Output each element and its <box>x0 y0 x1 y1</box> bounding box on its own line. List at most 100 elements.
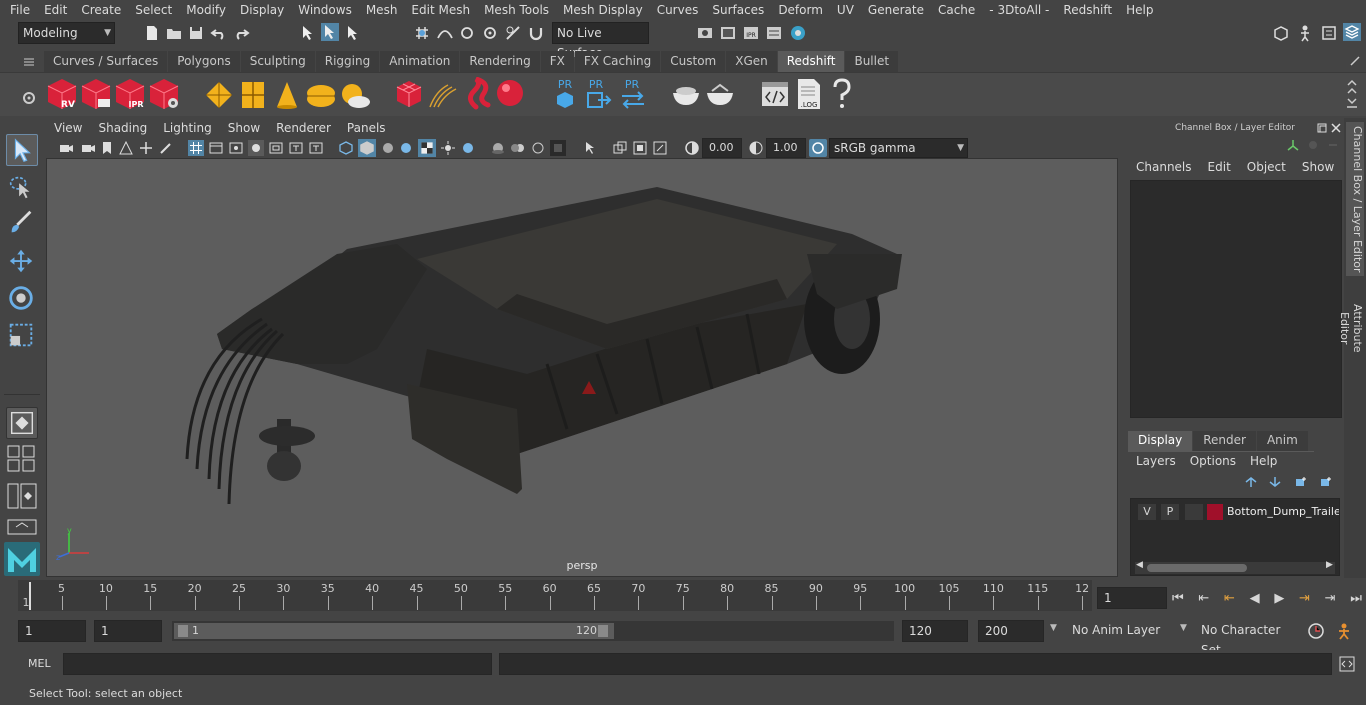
sun-sky-icon[interactable] <box>339 79 371 111</box>
menu-modify[interactable]: Modify <box>179 3 233 17</box>
panel-menu-view[interactable]: View <box>46 120 90 138</box>
pr-import-icon[interactable]: PR <box>552 77 578 111</box>
spot-light-icon[interactable] <box>271 79 303 111</box>
scale-tool[interactable] <box>6 320 38 352</box>
select-camera-icon[interactable] <box>58 140 74 156</box>
time-slider[interactable]: 1 5 10 15 20 25 30 35 40 45 50 55 60 65 70 75 80 85 90 95 10… <box>18 580 1092 611</box>
script-editor-icon[interactable] <box>760 79 790 109</box>
redshift-material-bowl-icon[interactable] <box>670 81 702 109</box>
layer-tab-display[interactable]: Display <box>1128 431 1193 451</box>
layer-row[interactable]: V P Bottom_Dump_Trailer_ <box>1135 502 1339 522</box>
shadows-icon[interactable] <box>460 140 476 156</box>
shelf-tab-custom[interactable]: Custom <box>661 51 726 72</box>
default-material-icon[interactable] <box>380 140 396 156</box>
gamma-icon[interactable] <box>748 140 764 156</box>
textured-icon[interactable] <box>418 139 436 157</box>
menu-generate[interactable]: Generate <box>861 3 931 17</box>
xray-icon[interactable] <box>612 140 628 156</box>
gate-mask-icon[interactable] <box>248 140 264 156</box>
make-live-icon[interactable] <box>504 24 522 42</box>
bottom-dump-trailer-model[interactable] <box>47 159 1118 577</box>
wireframe-icon[interactable] <box>338 140 354 156</box>
select-by-object-icon[interactable] <box>321 23 339 41</box>
manipulator-icon[interactable] <box>1286 138 1300 152</box>
gear-icon[interactable] <box>22 91 36 105</box>
menu-redshift[interactable]: Redshift <box>1056 3 1119 17</box>
new-layer-icon[interactable] <box>1294 476 1308 488</box>
layer-playback-toggle[interactable]: P <box>1161 504 1179 520</box>
menu-create[interactable]: Create <box>74 3 128 17</box>
render-current-frame-icon[interactable] <box>719 24 737 42</box>
redshift-hair-icon[interactable] <box>426 81 460 109</box>
bookmark-icon[interactable] <box>100 140 114 156</box>
shelf-edit-icon[interactable] <box>1349 55 1361 67</box>
step-back-frame-icon[interactable]: ⇤ <box>1198 591 1209 606</box>
help-question-icon[interactable] <box>830 77 854 111</box>
panel-menu-shading[interactable]: Shading <box>90 120 155 138</box>
scrollbar-thumb[interactable] <box>1147 564 1247 572</box>
outliner-layout[interactable] <box>6 482 38 510</box>
layer-name[interactable]: Bottom_Dump_Trailer_ <box>1227 503 1339 521</box>
grease-pencil-icon[interactable] <box>158 140 174 156</box>
play-backwards-icon[interactable]: ◀ <box>1250 591 1260 606</box>
step-forward-frame-icon[interactable]: ⇥ <box>1325 591 1336 606</box>
playback-end-field[interactable]: 120 <box>902 620 968 642</box>
layer-visibility-toggle[interactable]: V <box>1138 504 1156 520</box>
shelf-tab-redshift[interactable]: Redshift <box>777 51 845 72</box>
depth-of-field-icon[interactable] <box>550 140 566 156</box>
render-settings-icon[interactable] <box>696 24 714 42</box>
ambient-occlusion-icon[interactable] <box>490 140 506 156</box>
menu-display[interactable]: Display <box>233 3 291 17</box>
range-slider[interactable]: 1 120 <box>172 621 894 641</box>
current-time-indicator[interactable] <box>29 582 31 610</box>
camera-attributes-icon[interactable] <box>80 140 96 156</box>
shelf-tab-fx[interactable]: FX <box>540 51 574 72</box>
mode-selector[interactable]: Modeling ▼ <box>18 22 115 44</box>
redshift-sphere-icon[interactable] <box>494 77 526 109</box>
select-by-component-icon[interactable] <box>344 24 362 42</box>
move-tool[interactable] <box>6 246 38 278</box>
channelbox-menu-object[interactable]: Object <box>1247 160 1294 174</box>
move-layer-down-icon[interactable] <box>1268 476 1282 488</box>
shelf-tab-bullet[interactable]: Bullet <box>845 51 899 72</box>
step-forward-key-icon[interactable]: ⇥ <box>1299 591 1310 606</box>
go-to-end-icon[interactable]: ⏭ <box>1350 591 1362 606</box>
shelf-tab-rigging[interactable]: Rigging <box>315 51 380 72</box>
layer-list-scrollbar[interactable]: ◀ ▶ <box>1135 560 1335 574</box>
animation-preferences-icon[interactable] <box>1334 621 1354 641</box>
scroll-right-icon[interactable]: ▶ <box>1326 560 1333 570</box>
2d-pan-zoom-icon[interactable] <box>138 140 154 156</box>
shelf-tab-polygons[interactable]: Polygons <box>168 51 240 72</box>
layer-tab-render[interactable]: Render <box>1193 431 1256 451</box>
range-slider-handle[interactable]: 1 120 <box>174 623 614 639</box>
layer-tab-anim[interactable]: Anim <box>1256 431 1308 451</box>
playback-start-field[interactable]: 1 <box>94 620 162 642</box>
wireframe-on-shaded-icon[interactable] <box>398 140 414 156</box>
scene-start-field[interactable]: 1 <box>18 620 86 642</box>
auto-keyframe-icon[interactable] <box>1306 621 1326 641</box>
layer-menu-help[interactable]: Help <box>1250 454 1277 468</box>
menu-file[interactable]: File <box>0 3 37 17</box>
snap-to-point-icon[interactable] <box>458 24 476 42</box>
range-end-grip[interactable] <box>598 625 608 637</box>
tab-channel-box[interactable]: Channel Box / Layer Editor <box>1346 122 1364 276</box>
shelf-scroll-icon[interactable] <box>1345 77 1359 113</box>
modeling-toolkit-icon[interactable] <box>1272 24 1290 42</box>
motion-blur-icon[interactable] <box>510 140 526 156</box>
menu-curves[interactable]: Curves <box>650 3 706 17</box>
tab-attribute-editor[interactable]: Attribute Editor <box>1338 286 1364 370</box>
select-by-hierarchy-icon[interactable] <box>299 24 317 42</box>
panel-menu-show[interactable]: Show <box>220 120 268 138</box>
menu-surfaces[interactable]: Surfaces <box>705 3 771 17</box>
current-frame-field[interactable]: 1 <box>1097 587 1167 609</box>
redo-icon[interactable] <box>232 24 250 42</box>
open-scene-icon[interactable] <box>165 24 183 42</box>
panel-menu-lighting[interactable]: Lighting <box>155 120 220 138</box>
character-controls-icon[interactable] <box>1296 24 1314 42</box>
menu-deform[interactable]: Deform <box>771 3 830 17</box>
use-all-lights-icon[interactable] <box>440 140 456 156</box>
shelf-tab-fx-caching[interactable]: FX Caching <box>574 51 661 72</box>
menu-mesh[interactable]: Mesh <box>359 3 405 17</box>
isolate-select-icon[interactable] <box>582 140 598 156</box>
ipr-render-icon[interactable]: IPR <box>742 24 760 42</box>
